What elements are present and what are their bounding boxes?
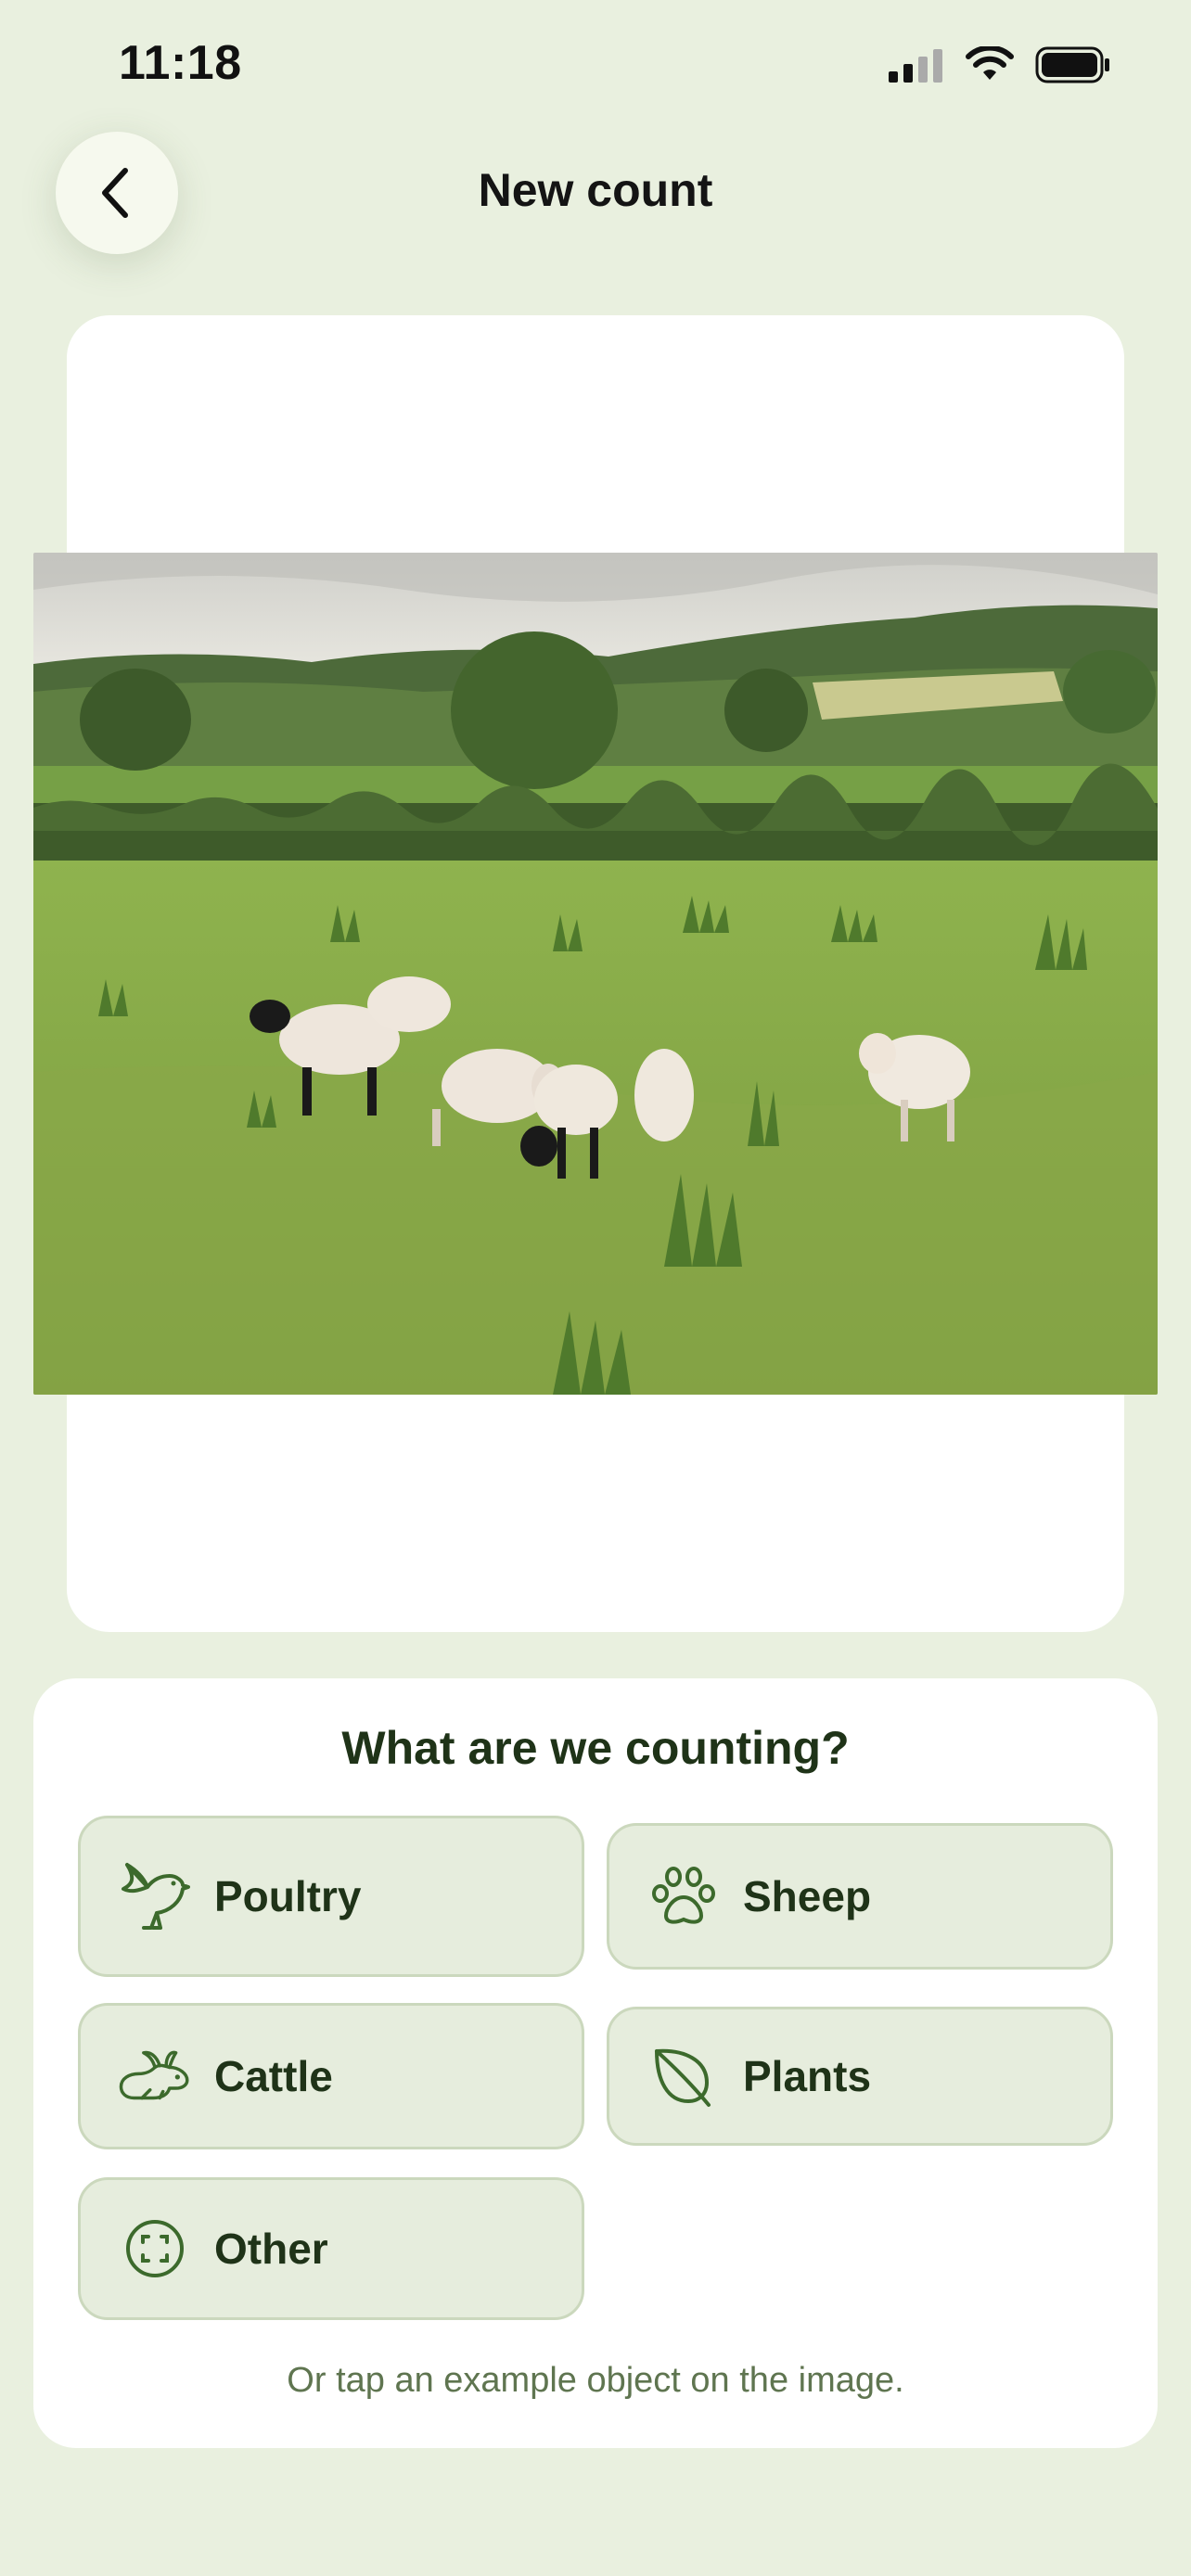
wifi-icon bbox=[966, 46, 1014, 80]
category-picker: What are we counting? Poultry Sheep Catt… bbox=[33, 1678, 1158, 2448]
option-label: Sheep bbox=[743, 1872, 872, 1920]
option-other[interactable]: Other bbox=[78, 2177, 584, 2320]
option-cattle[interactable]: Cattle bbox=[78, 2003, 584, 2149]
picker-title: What are we counting? bbox=[341, 1722, 850, 1774]
status-icons bbox=[889, 46, 1111, 83]
option-label: Cattle bbox=[214, 2052, 333, 2100]
status-time: 11:18 bbox=[119, 36, 242, 90]
bird-icon bbox=[118, 1859, 192, 1933]
rabbit-icon bbox=[118, 2039, 192, 2113]
option-sheep[interactable]: Sheep bbox=[607, 1823, 1113, 1970]
sheep-field-photo bbox=[33, 553, 1158, 1395]
battery-icon bbox=[1035, 46, 1109, 83]
option-label: Other bbox=[214, 2225, 328, 2273]
cellular-signal-icon bbox=[889, 49, 942, 83]
leaf-icon bbox=[647, 2039, 721, 2113]
scan-icon bbox=[118, 2212, 192, 2286]
option-plants[interactable]: Plants bbox=[607, 2007, 1113, 2146]
option-label: Plants bbox=[743, 2052, 872, 2100]
page-title: New count bbox=[478, 164, 713, 216]
paw-icon bbox=[647, 1859, 721, 1933]
option-label: Poultry bbox=[214, 1872, 362, 1920]
option-poultry[interactable]: Poultry bbox=[78, 1816, 584, 1977]
counting-photo[interactable] bbox=[33, 553, 1158, 1395]
tap-hint: Or tap an example object on the image. bbox=[287, 2361, 904, 2400]
